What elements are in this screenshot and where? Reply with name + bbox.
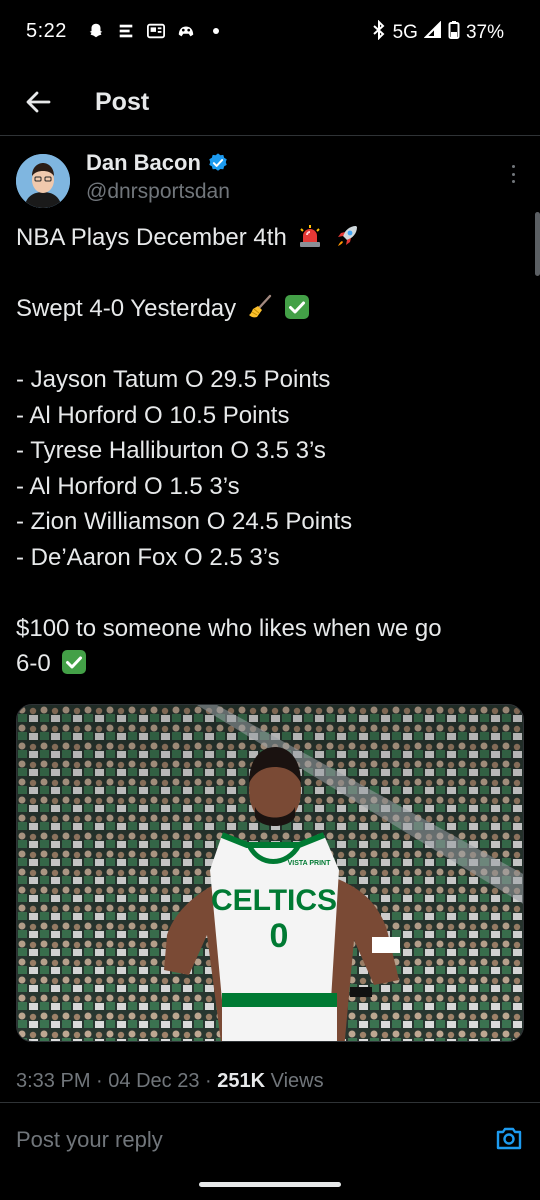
more-dot (511, 180, 515, 183)
promo-line-2-text: 6-0 (16, 650, 51, 677)
post-date: 04 Dec 23 (108, 1070, 200, 1092)
pick-line: - De’Aaron Fox O 2.5 3’s (16, 543, 280, 571)
pick-line: - Zion Williamson O 24.5 Points (16, 508, 353, 535)
post-line-swept: Swept 4-0 Yesterday (16, 291, 526, 327)
bluetooth-icon (371, 19, 387, 46)
jersey-text: CELTICS (211, 884, 337, 917)
reply-input[interactable]: Post your reply (16, 1127, 163, 1153)
views-label[interactable]: Views (271, 1070, 324, 1092)
meta-separator: · (96, 1070, 109, 1092)
home-indicator[interactable] (199, 1182, 341, 1187)
post-text: NBA Plays December 4th Swept 4-0 Yesterd… (16, 220, 526, 682)
more-options-button[interactable] (506, 162, 520, 186)
post-swept-text: Swept 4-0 Yesterday (16, 295, 237, 322)
news-icon (146, 21, 166, 41)
reply-bar: Post your reply (0, 1102, 540, 1174)
promo-line: $100 to someone who likes when we go (16, 614, 442, 642)
pick-line: - Tyrese Halliburton O 3.5 3’s (16, 437, 326, 464)
pick-line: - Jayson Tatum O 29.5 Points (16, 366, 331, 393)
back-button[interactable] (20, 84, 56, 120)
author-handle[interactable]: @dnrsportsdan (86, 180, 230, 204)
views-count[interactable]: 251K (217, 1070, 265, 1092)
status-bar: 5:22 5G 37% (0, 0, 540, 64)
game-icon (176, 21, 196, 41)
camera-icon (496, 1127, 522, 1150)
basketball-player-photo: CELTICS 0 VISTA PRINT (17, 705, 523, 1041)
page-title: Post (95, 88, 150, 116)
screen: 5:22 5G 37% Post Dan Bacon @dnrsportsdan… (0, 0, 540, 1200)
broom-icon (247, 294, 273, 320)
pick-line: - Al Horford O 10.5 Points (16, 401, 290, 429)
jersey-sponsor: VISTA PRINT (288, 860, 332, 867)
jersey-number: 0 (270, 917, 289, 955)
status-time: 5:22 (26, 20, 67, 42)
check-mark-icon (61, 649, 87, 675)
siren-icon (297, 223, 323, 249)
notification-icons (86, 21, 226, 41)
post-title-text: NBA Plays December 4th (16, 224, 287, 251)
author-name-text: Dan Bacon (86, 150, 201, 175)
snapchat-icon (86, 21, 106, 41)
more-dot (511, 172, 515, 176)
signal-icon (423, 20, 442, 45)
meta-separator: · (205, 1070, 218, 1092)
system-icons: 5G 37% (371, 19, 504, 46)
app-e-icon (116, 21, 136, 41)
dot-icon (206, 21, 226, 41)
more-dot (511, 165, 515, 168)
pick-line: - Al Horford O 1.5 3’s (16, 472, 240, 500)
author-name[interactable]: Dan Bacon (86, 150, 229, 176)
post-line-title: NBA Plays December 4th (16, 220, 526, 256)
camera-button[interactable] (494, 1123, 524, 1153)
rocket-icon (334, 223, 360, 249)
check-mark-icon (284, 294, 310, 320)
verified-badge-icon (207, 152, 229, 174)
scrollbar-thumb[interactable] (535, 212, 540, 276)
post-meta: 3:33 PM · 04 Dec 23 · 251K Views (16, 1070, 324, 1093)
battery-percent: 37% (465, 22, 504, 43)
battery-icon (448, 20, 460, 46)
post-time: 3:33 PM (16, 1070, 91, 1092)
post-image[interactable]: CELTICS 0 VISTA PRINT (16, 704, 524, 1042)
arrow-left-icon (26, 91, 51, 113)
avatar[interactable] (16, 154, 70, 208)
promo-line-2: 6-0 (16, 646, 526, 682)
top-app-bar: Post (0, 66, 540, 136)
network-label: 5G (392, 22, 418, 43)
